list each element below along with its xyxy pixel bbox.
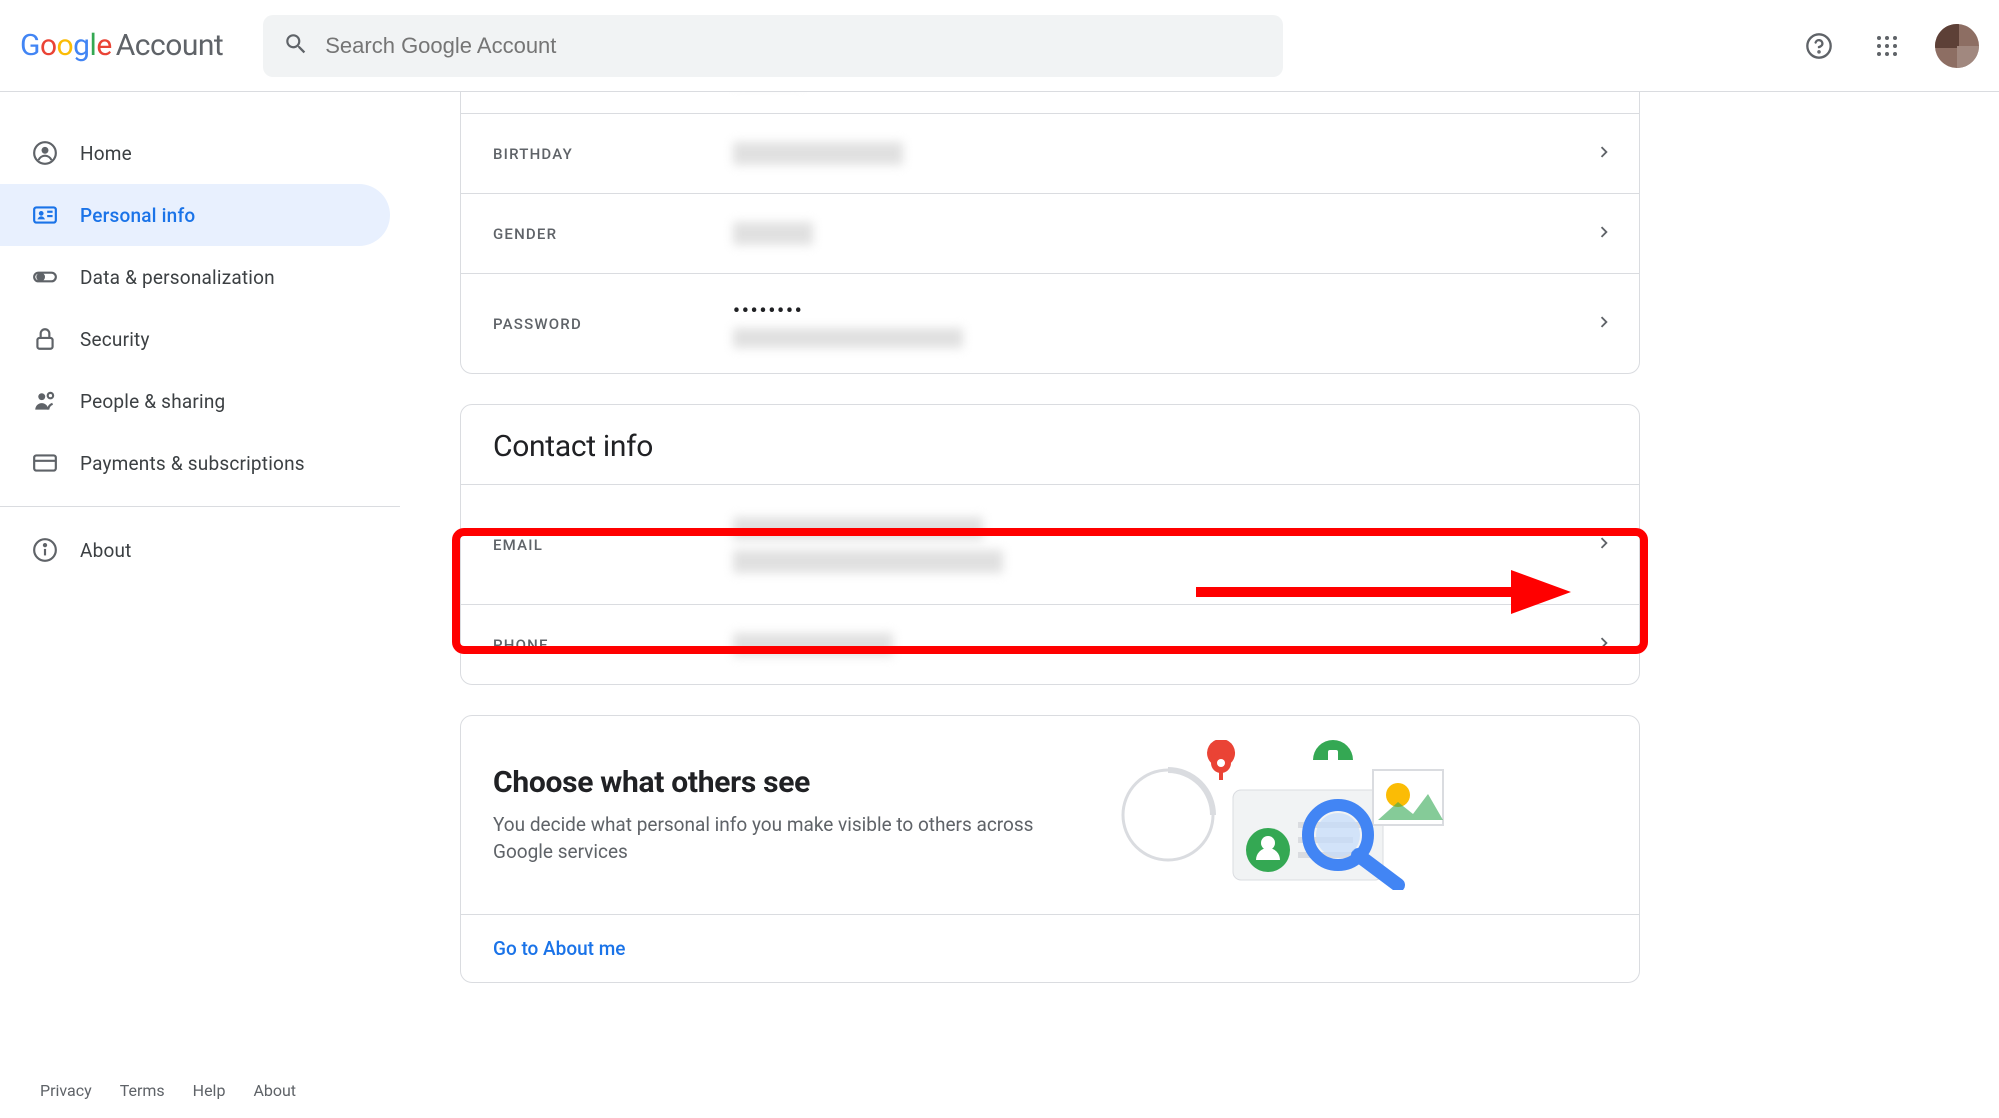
- nav-label: About: [80, 539, 132, 562]
- password-dots: ••••••••: [733, 299, 1593, 322]
- chevron-right-icon: [1593, 311, 1615, 337]
- top-bar: Google Account: [0, 0, 1999, 92]
- nav-data-personalization[interactable]: Data & personalization: [0, 246, 390, 308]
- footer-about-link[interactable]: About: [253, 1081, 296, 1100]
- footer-help-link[interactable]: Help: [193, 1081, 226, 1100]
- credit-card-icon: [32, 450, 58, 476]
- row-phone[interactable]: PHONE xxx xxx xx xxxx: [461, 604, 1639, 684]
- footer: Privacy Terms Help About: [0, 1062, 1999, 1118]
- nav-label: Data & personalization: [80, 266, 275, 289]
- toggle-icon: [32, 264, 58, 290]
- nav-label: Personal info: [80, 204, 195, 227]
- search-input[interactable]: [325, 33, 1263, 59]
- row-value: xxx xxx xx xxxx: [733, 633, 1593, 656]
- nav-home[interactable]: Home: [0, 122, 390, 184]
- choose-others-see-card: Choose what others see You decide what p…: [460, 715, 1640, 983]
- google-account-logo[interactable]: Google Account: [20, 28, 223, 63]
- nav-label: People & sharing: [80, 390, 225, 413]
- contact-info-card: Contact info EMAIL xxxxxxxxxxxxxxxxxxxxx…: [460, 404, 1640, 685]
- row-gender[interactable]: GENDER xxxxxx: [461, 193, 1639, 273]
- basic-info-card: NICKNAME xxxxx BIRTHDAY xxxxxx xx xxxx G…: [460, 92, 1640, 374]
- footer-terms-link[interactable]: Terms: [120, 1081, 165, 1100]
- id-card-icon: [32, 202, 58, 228]
- nav-label: Payments & subscriptions: [80, 452, 305, 475]
- choose-body-text: You decide what personal info you make v…: [493, 812, 1073, 865]
- people-icon: [32, 388, 58, 414]
- card-title: Contact info: [461, 405, 1639, 472]
- google-apps-icon[interactable]: [1867, 26, 1907, 66]
- row-nickname[interactable]: NICKNAME xxxxx: [461, 92, 1639, 113]
- sidebar-divider: [0, 506, 400, 507]
- row-label: PHONE: [493, 636, 733, 654]
- row-birthday[interactable]: BIRTHDAY xxxxxx xx xxxx: [461, 113, 1639, 193]
- sidebar: Home Personal info Data & personalizatio…: [0, 92, 400, 1118]
- nav-label: Home: [80, 142, 132, 165]
- account-avatar[interactable]: [1935, 24, 1979, 68]
- lock-icon: [32, 326, 58, 352]
- row-label: PASSWORD: [493, 315, 733, 333]
- search-box[interactable]: [263, 15, 1283, 77]
- row-label: EMAIL: [493, 536, 733, 554]
- logo-product-label: Account: [116, 28, 224, 63]
- help-icon[interactable]: [1799, 26, 1839, 66]
- nav-payments-subscriptions[interactable]: Payments & subscriptions: [0, 432, 390, 494]
- chevron-right-icon: [1593, 141, 1615, 167]
- nav-label: Security: [80, 328, 150, 351]
- row-email[interactable]: EMAIL xxxxxxxxxxxxxxxxxxxxx xxxxxxxxxxxx…: [461, 484, 1639, 604]
- main-content: NICKNAME xxxxx BIRTHDAY xxxxxx xx xxxx G…: [460, 92, 1640, 1058]
- nav-people-sharing[interactable]: People & sharing: [0, 370, 390, 432]
- about-me-link-row: Go to About me: [461, 914, 1639, 982]
- choose-title: Choose what others see: [493, 765, 1073, 800]
- chevron-right-icon: [1593, 532, 1615, 558]
- nav-security[interactable]: Security: [0, 308, 390, 370]
- row-label: BIRTHDAY: [493, 145, 733, 163]
- choose-illustration: [1113, 740, 1463, 890]
- nav-about[interactable]: About: [0, 519, 390, 581]
- search-icon: [283, 31, 309, 61]
- row-value: xxxxxx: [733, 222, 1593, 245]
- row-label: GENDER: [493, 225, 733, 243]
- row-password[interactable]: PASSWORD •••••••• xxxx xxxxxxx xxx x xxx…: [461, 273, 1639, 373]
- row-value: xxxxxx xx xxxx: [733, 142, 1593, 165]
- chevron-right-icon: [1593, 221, 1615, 247]
- go-to-about-me-link[interactable]: Go to About me: [493, 937, 625, 960]
- row-value: •••••••• xxxx xxxxxxx xxx x xxxx: [733, 299, 1593, 348]
- row-value: xxxxxxxxxxxxxxxxxxxxx xxxxxxxxxxxxxxxxxx…: [733, 517, 1593, 573]
- chevron-right-icon: [1593, 632, 1615, 658]
- info-icon: [32, 537, 58, 563]
- home-icon: [32, 140, 58, 166]
- nav-personal-info[interactable]: Personal info: [0, 184, 390, 246]
- footer-privacy-link[interactable]: Privacy: [40, 1081, 92, 1100]
